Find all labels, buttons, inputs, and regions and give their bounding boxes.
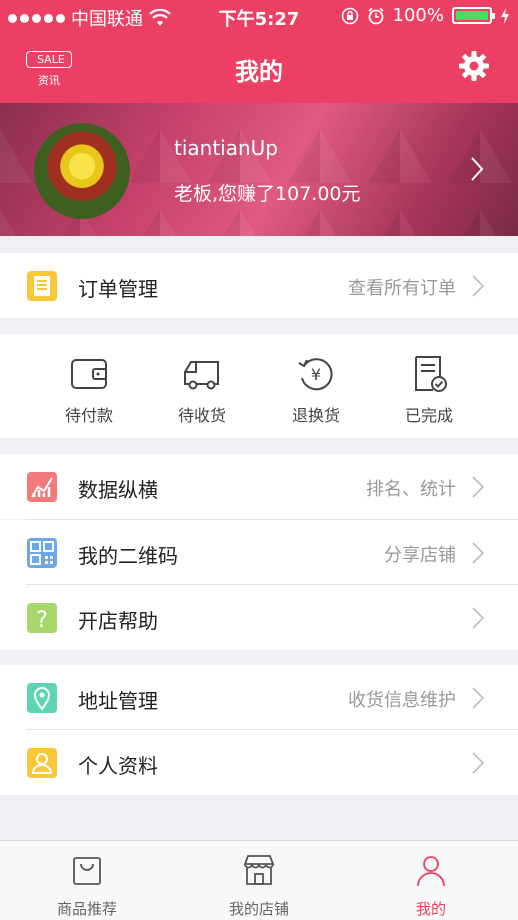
quick-action-pending-receipt[interactable]: 待收货 [152, 354, 252, 426]
tab-mine[interactable]: 我的 [371, 853, 491, 919]
menu-item-label: 我的二维码 [78, 544, 178, 568]
tab-label: 我的 [415, 900, 446, 918]
chart-icon [27, 472, 57, 502]
top-bar: 中国联通 下午5:27 100% SALE 资讯 我的 [0, 0, 518, 103]
menu-item-label: 地址管理 [78, 689, 158, 713]
chevron-right-icon [472, 752, 484, 774]
charging-icon [501, 7, 509, 24]
alarm-icon [367, 7, 384, 24]
menu-item-address[interactable]: 地址管理 收货信息维护 [0, 665, 518, 730]
chevron-right-icon [472, 275, 484, 297]
wallet-icon [71, 359, 107, 389]
truck-icon [184, 361, 219, 390]
menu-item-label: 开店帮助 [78, 609, 158, 633]
quick-action-label: 已完成 [404, 406, 453, 425]
shopping-bag-icon [73, 857, 101, 885]
quick-action-label: 退换货 [291, 406, 340, 425]
menu-item-sub: 分享店铺 [384, 545, 456, 566]
yen-refund-icon: ¥ [298, 358, 333, 391]
rotation-lock-icon [341, 7, 358, 24]
store-icon [243, 855, 275, 885]
svg-text:?: ? [36, 608, 48, 633]
tab-label: 我的店铺 [228, 900, 289, 918]
tab-my-store[interactable]: 我的店铺 [199, 853, 319, 919]
menu-item-sub: 收货信息维护 [348, 690, 456, 711]
order-management-row[interactable]: 订单管理 查看所有订单 [0, 253, 518, 318]
menu-item-label: 数据纵横 [78, 478, 158, 502]
chevron-right-icon [472, 542, 484, 564]
svg-text:¥: ¥ [311, 365, 321, 384]
order-management-label: 订单管理 [78, 277, 158, 301]
chevron-right-icon [472, 607, 484, 629]
gear-icon[interactable] [458, 50, 490, 82]
status-bar: 中国联通 下午5:27 100% [0, 0, 518, 34]
person-icon [27, 748, 57, 778]
profile-username: tiantianUp [174, 136, 278, 160]
menu-item-qrcode[interactable]: 我的二维码 分享店铺 [0, 520, 518, 585]
quick-action-label: 待收货 [177, 406, 226, 425]
user-icon [417, 856, 445, 887]
battery-icon [452, 7, 495, 24]
profile-card[interactable]: tiantianUp 老板,您赚了107.00元 [0, 103, 518, 236]
menu-item-store-help[interactable]: ? 开店帮助 [0, 585, 518, 650]
quick-action-pending-payment[interactable]: 待付款 [39, 354, 139, 426]
help-icon: ? [27, 603, 57, 633]
page-title: 我的 [235, 58, 283, 86]
view-all-orders-link[interactable]: 查看所有订单 [348, 274, 456, 300]
profile-earnings: 老板,您赚了107.00元 [174, 183, 361, 205]
battery-percent: 100% [392, 5, 444, 26]
qrcode-icon [27, 538, 57, 568]
location-icon [27, 683, 57, 713]
menu-item-sub: 排名、统计 [366, 479, 456, 500]
order-status-shortcuts: 待付款 待收货 ¥ 退换货 已完成 [0, 334, 518, 438]
order-list-icon [27, 271, 57, 301]
menu-item-label: 个人资料 [78, 754, 158, 778]
quick-action-completed[interactable]: 已完成 [379, 354, 479, 426]
avatar[interactable] [34, 123, 130, 219]
quick-action-label: 待付款 [64, 406, 113, 425]
tab-bar: 商品推荐 我的店铺 我的 [0, 840, 518, 920]
menu-item-profile[interactable]: 个人资料 [0, 730, 518, 795]
quick-action-returns[interactable]: ¥ 退换货 [266, 354, 366, 426]
completed-document-icon [415, 356, 447, 392]
tab-label: 商品推荐 [56, 900, 117, 918]
nav-header: SALE 资讯 我的 [0, 34, 518, 103]
tab-recommended-products[interactable]: 商品推荐 [27, 853, 147, 919]
chevron-right-icon [471, 157, 484, 181]
menu-item-data-analytics[interactable]: 数据纵横 排名、统计 [0, 454, 518, 519]
chevron-right-icon [472, 476, 484, 498]
chevron-right-icon [472, 687, 484, 709]
